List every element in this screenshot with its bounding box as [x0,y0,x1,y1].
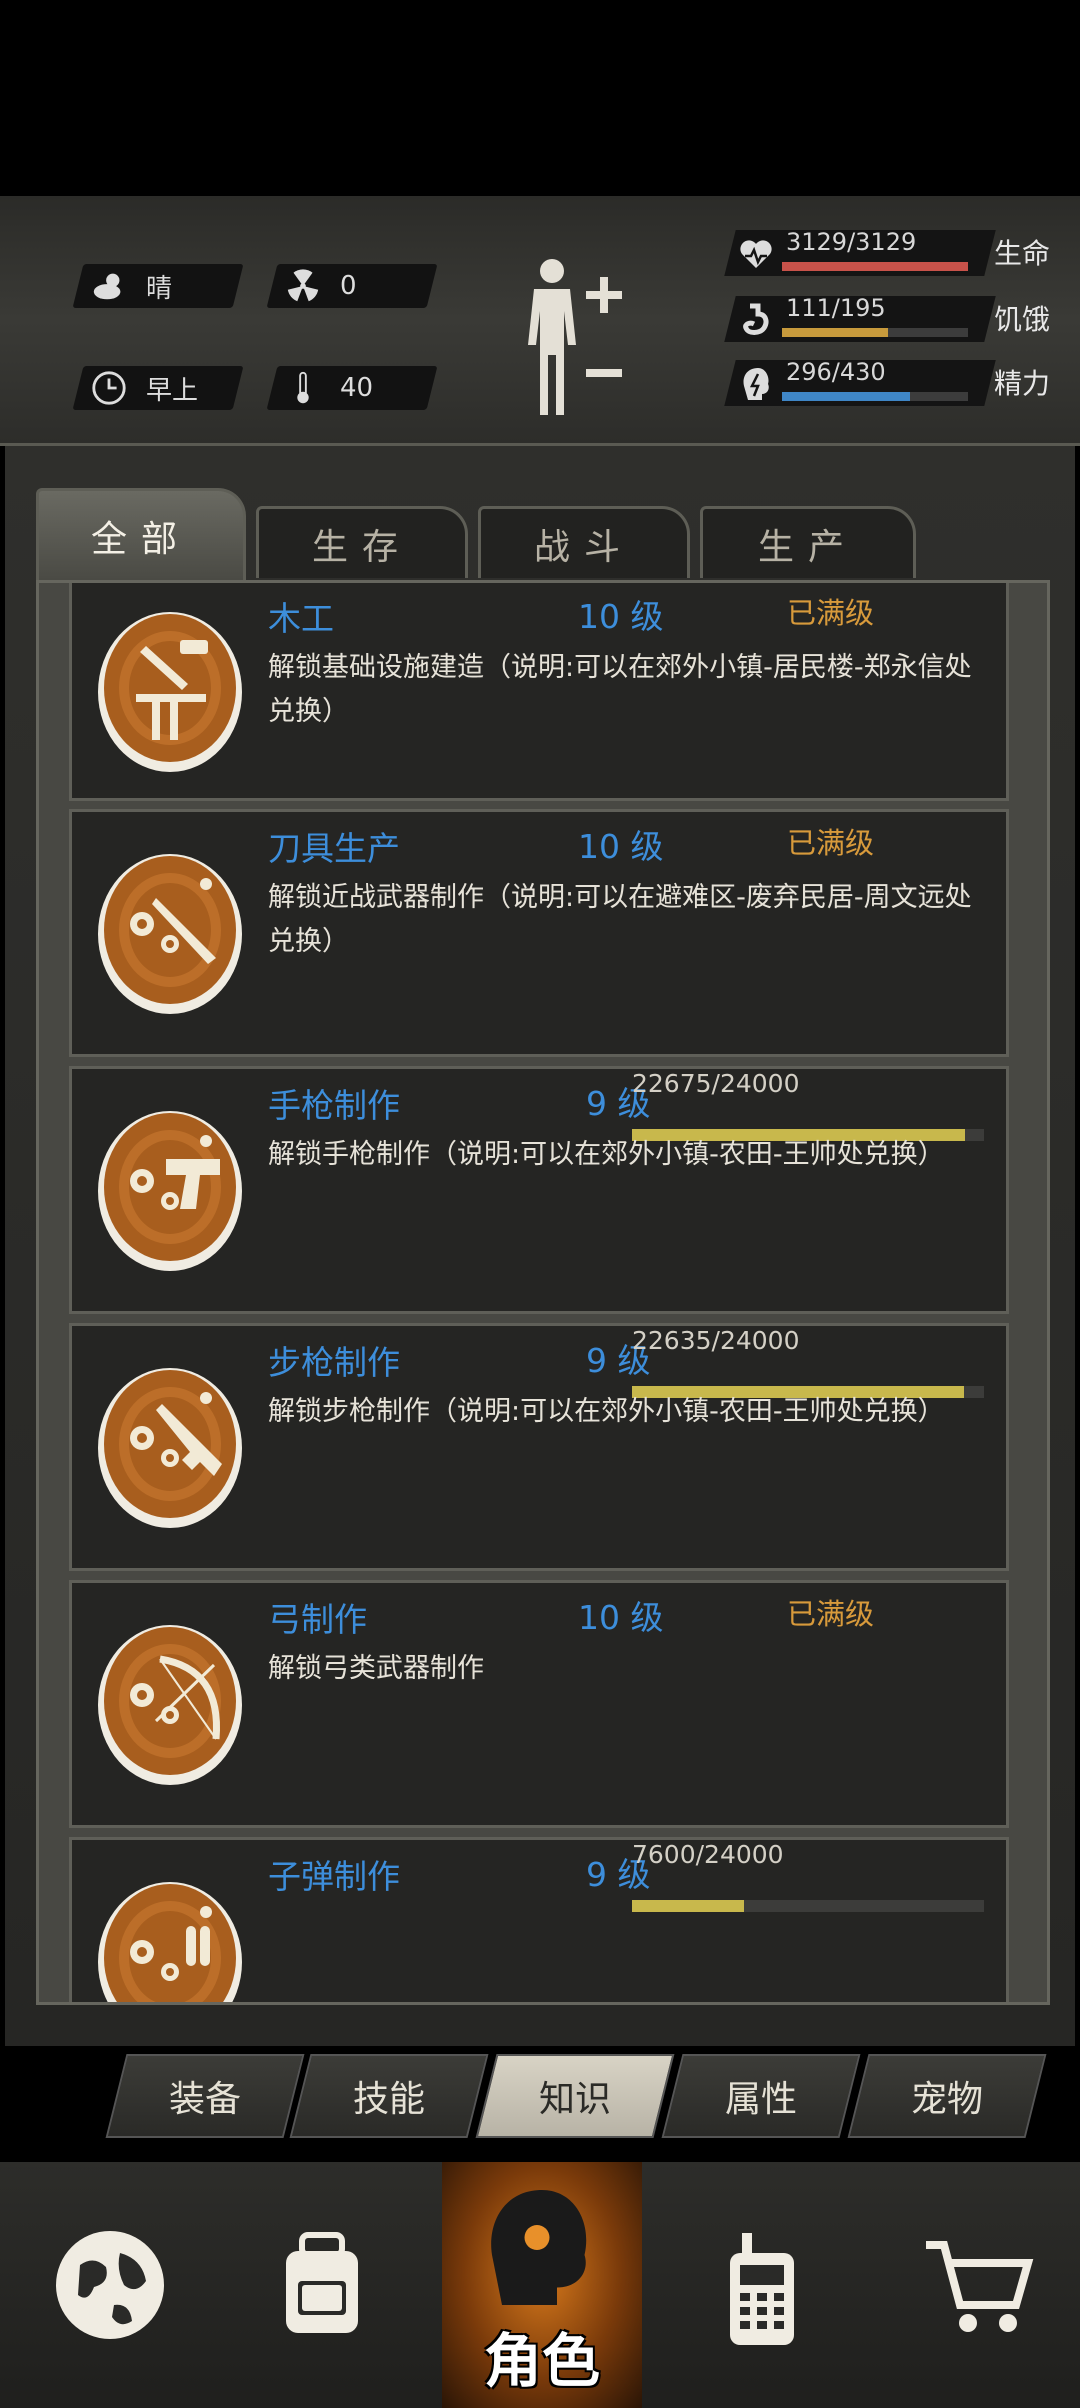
bow-crafting-icon [96,1609,244,1787]
skill-level: 10 级 [578,1598,664,1637]
skill-level: 10 级 [578,827,664,866]
cart-icon [926,2241,1034,2332]
max-level-badge: 已满级 [787,596,875,630]
stat-bar-fill [782,262,968,271]
nav-cart-button[interactable] [880,2162,1080,2408]
stat-bar-fill [782,392,910,401]
sub-tab-装备[interactable]: 装备 [116,2054,294,2138]
radiation-icon [287,269,319,302]
nav-globe-button[interactable] [10,2162,210,2408]
skill-name: 手枪制作 [268,1086,400,1125]
stomach-icon [736,300,776,340]
skill-description: 解锁步枪制作（说明:可以在郊外小镇-农田-王帅处兑换） [268,1396,945,1427]
tab-combat[interactable]: 战斗 [478,506,690,578]
sub-tab-技能[interactable]: 技能 [300,2054,478,2138]
stat-value: 3129/3129 [786,228,917,256]
sub-tab-知识[interactable]: 知识 [486,2054,664,2138]
stat-bar [782,328,968,337]
tab-all[interactable]: 全部 [36,488,246,580]
cloud-sun-icon [93,273,121,300]
sub-tab-宠物[interactable]: 宠物 [858,2054,1036,2138]
radiation-display: 0 [284,264,357,308]
skill-xp-fill [632,1900,744,1912]
skill-xp-text: 22675/24000 [632,1069,800,1098]
stat-value: 296/430 [786,358,886,386]
stat-label: 精力 [994,367,1051,400]
thermometer-icon [297,371,309,404]
clock-icon [92,371,126,405]
rifle-crafting-icon [96,1352,244,1530]
skill-item[interactable]: 木工 10 级 已满级解锁基础设施建造（说明:可以在郊外小镇-居民楼-郑永信处兑换） [69,583,1009,801]
skill-name: 步枪制作 [268,1343,400,1382]
skill-item[interactable]: 子弹制作 9 级 7600/24000 [69,1837,1009,2002]
skill-name: 子弹制作 [268,1857,400,1896]
skill-xp-text: 7600/24000 [632,1840,784,1869]
pistol-crafting-icon [96,1095,244,1273]
stat-row-生命: 3129/3129 生命 [718,228,1068,278]
heart-icon [736,234,776,274]
time-of-day-text: 早上 [146,375,199,406]
carpentry-icon [96,596,244,774]
tab-production-label: 生产 [757,526,858,568]
energy-icon [736,364,776,404]
sub-tab-属性[interactable]: 属性 [672,2054,850,2138]
max-level-badge: 已满级 [787,826,875,860]
character-icon [491,2190,587,2305]
skill-description: 解锁手枪制作（说明:可以在郊外小镇-农田-王帅处兑换） [268,1139,945,1170]
radiation-value: 0 [340,271,357,301]
weather-text: 晴 [146,273,173,304]
stat-label: 饥饿 [994,303,1051,336]
weather-display: 晴 [90,264,172,308]
skill-name: 木工 [268,599,334,638]
skill-name: 刀具生产 [268,829,400,868]
skill-name: 弓制作 [268,1600,367,1639]
globe-icon [56,2231,164,2339]
time-display: 早上 [90,366,198,410]
skill-xp-bar [632,1900,984,1912]
bullet-crafting-icon [96,1866,244,2002]
skill-description: 解锁基础设施建造（说明:可以在郊外小镇-居民楼-郑永信处兑换） [268,652,972,727]
stat-value: 111/195 [786,294,886,322]
temperature-value: 40 [340,373,374,403]
tab-production[interactable]: 生产 [700,506,916,578]
nav-character-button[interactable]: 角色 [442,2162,642,2408]
stat-bar [782,392,968,401]
tab-survival-label: 生存 [311,526,412,568]
skill-level: 10 级 [578,597,664,636]
skill-item[interactable]: 刀具生产 10 级 已满级解锁近战武器制作（说明:可以在避难区-废弃民居-周文远处兑… [69,809,1009,1057]
temperature-display: 40 [284,366,373,410]
knife-crafting-icon [96,838,244,1016]
radio-icon [730,2233,794,2345]
stat-row-精力: 296/430 精力 [718,358,1068,408]
stat-row-饥饿: 111/195 饥饿 [718,294,1068,344]
tab-combat-label: 战斗 [533,526,634,568]
backpack-icon [286,2232,358,2333]
skill-description: 解锁近战武器制作（说明:可以在避难区-废弃民居-周文远处兑换） [268,882,972,957]
skill-item[interactable]: 步枪制作 9 级 22635/24000 解锁步枪制作（说明:可以在郊外小镇-农田-王… [69,1323,1009,1571]
body-status-icon[interactable] [520,255,630,425]
skill-item[interactable]: 手枪制作 9 级 22675/24000 解锁手枪制作（说明:可以在郊外小镇-农田-王… [69,1066,1009,1314]
nav-backpack-button[interactable] [222,2162,422,2408]
skill-item[interactable]: 弓制作 10 级 已满级解锁弓类武器制作 [69,1580,1009,1828]
stat-bar [782,262,968,271]
skill-xp-text: 22635/24000 [632,1326,800,1355]
skill-list-container[interactable]: 木工 10 级已满级 解锁基础设施建造（说明:可以在郊外小镇-居民楼-郑永信处兑换）… [36,580,1050,2005]
nav-character-label: 角色 [483,2327,600,2395]
tab-survival[interactable]: 生存 [256,506,468,578]
stat-label: 生命 [994,237,1051,270]
tab-all-label: 全部 [90,518,191,560]
max-level-badge: 已满级 [787,1597,875,1631]
stat-bar-fill [782,328,888,337]
status-bar-area [0,0,1080,196]
skill-description: 解锁弓类武器制作 [268,1653,484,1684]
nav-radio-button[interactable] [662,2162,862,2408]
